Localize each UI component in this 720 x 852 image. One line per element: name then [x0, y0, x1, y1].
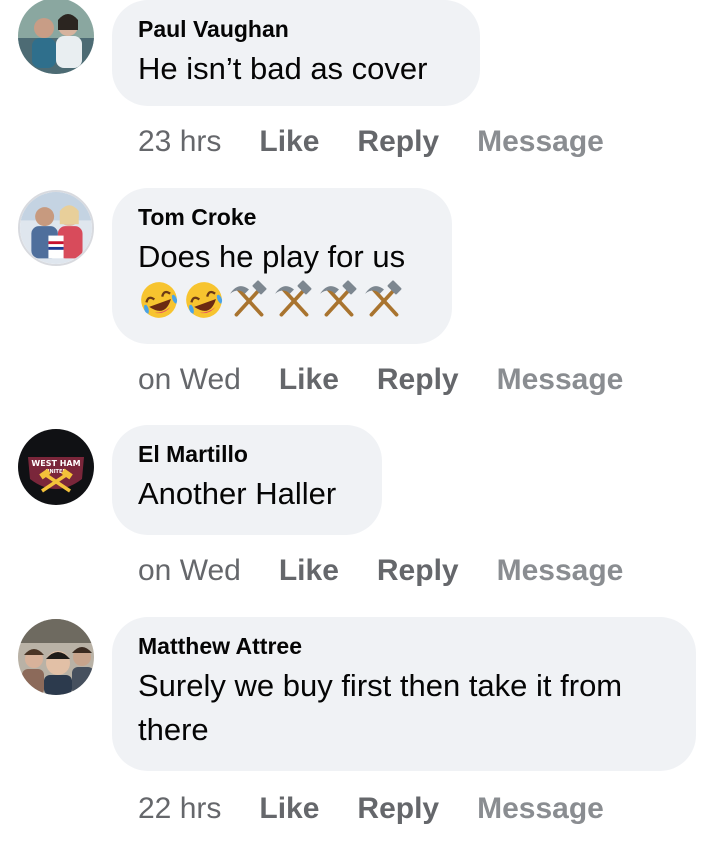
emoji-row [138, 277, 424, 323]
rofl-emoji-icon [186, 282, 223, 318]
comment-timestamp[interactable]: 22 hrs [138, 789, 221, 829]
svg-text:WEST HAM: WEST HAM [31, 459, 80, 468]
comment-text: Another Haller [138, 476, 337, 511]
reply-button[interactable]: Reply [357, 789, 439, 829]
comment-author[interactable]: Paul Vaughan [138, 14, 452, 44]
profile-photo-icon [20, 192, 92, 264]
comment-bubble: Tom Croke Does he play for us [112, 188, 452, 344]
comment-bubble: Paul Vaughan He isn’t bad as cover [112, 0, 480, 106]
comment-actions: 22 hrs Like Reply Message [138, 789, 604, 829]
like-button[interactable]: Like [279, 360, 339, 400]
west-ham-badge-icon: WEST HAM UNITED [18, 429, 94, 505]
comment-text: Does he play for us [138, 239, 406, 274]
comment-author[interactable]: Matthew Attree [138, 631, 668, 661]
comment-actions: on Wed Like Reply Message [138, 551, 623, 591]
profile-photo-icon [18, 619, 94, 695]
comment-author[interactable]: Tom Croke [138, 202, 424, 232]
comment-actions: 23 hrs Like Reply Message [138, 122, 604, 162]
comment-bubble: El Martillo Another Haller [112, 425, 382, 535]
comment-text: Surely we buy first then take it from th… [138, 668, 623, 747]
avatar[interactable] [18, 190, 94, 266]
comment-timestamp[interactable]: 23 hrs [138, 122, 221, 162]
message-button[interactable]: Message [477, 122, 604, 162]
avatar[interactable] [18, 0, 94, 74]
profile-photo-icon [18, 0, 94, 74]
avatar[interactable]: WEST HAM UNITED [18, 429, 94, 505]
comment-timestamp[interactable]: on Wed [138, 551, 241, 591]
avatar[interactable] [18, 619, 94, 695]
like-button[interactable]: Like [259, 122, 319, 162]
reply-button[interactable]: Reply [377, 551, 459, 591]
hammer-pick-emoji-icon [230, 280, 267, 317]
message-button[interactable]: Message [497, 360, 624, 400]
hammer-pick-emoji-icon [320, 280, 357, 317]
rofl-emoji-icon [141, 282, 178, 318]
comment-actions: on Wed Like Reply Message [138, 360, 623, 400]
like-button[interactable]: Like [279, 551, 339, 591]
comment-timestamp[interactable]: on Wed [138, 360, 241, 400]
comment-author[interactable]: El Martillo [138, 439, 354, 469]
like-button[interactable]: Like [259, 789, 319, 829]
reply-button[interactable]: Reply [377, 360, 459, 400]
comment-text: He isn’t bad as cover [138, 51, 428, 86]
comment-bubble: Matthew Attree Surely we buy first then … [112, 617, 696, 771]
hammer-pick-emoji-icon [275, 280, 312, 317]
reply-button[interactable]: Reply [357, 122, 439, 162]
hammer-pick-emoji-icon [365, 280, 402, 317]
message-button[interactable]: Message [497, 551, 624, 591]
message-button[interactable]: Message [477, 789, 604, 829]
